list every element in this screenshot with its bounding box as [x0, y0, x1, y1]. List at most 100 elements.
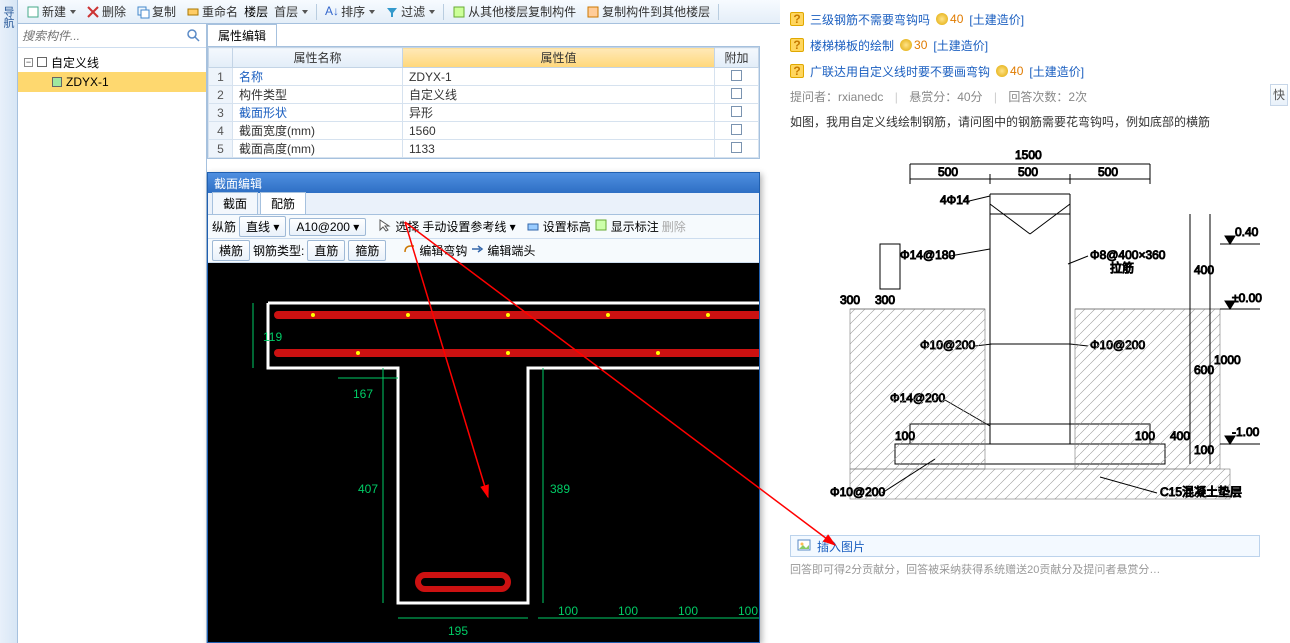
copy-from-floor-button[interactable]: 从其他楼层复制构件 [448, 2, 580, 22]
svg-text:A↓Z: A↓Z [325, 5, 339, 18]
elev-icon [526, 218, 540, 235]
category-link[interactable]: [土建造价] [1029, 63, 1084, 80]
new-button[interactable]: 新建 [22, 2, 80, 22]
svg-text:600: 600 [1194, 363, 1214, 377]
delete-rebar-button[interactable]: 删除 [662, 218, 686, 235]
answer-hint: 回答即可得2分贡献分，回答被采纳获得系统赠送20贡献分及提问者悬赏分… [790, 561, 1290, 577]
tab-rebar[interactable]: 配筋 [260, 192, 306, 214]
export-icon [586, 5, 600, 19]
svg-text:±0.00: ±0.00 [1232, 291, 1262, 305]
sort-icon: A↓Z [325, 5, 339, 19]
floor-label: 楼层 [244, 3, 268, 20]
search-input[interactable] [22, 29, 186, 43]
svg-text:100: 100 [678, 604, 698, 618]
svg-text:119: 119 [263, 330, 282, 344]
question-link[interactable]: 三级钢筋不需要弯钩吗 [810, 11, 930, 28]
property-grid: 属性名称 属性值 附加 1名称ZDYX-12构件类型自定义线3截面形状异形4截面… [207, 46, 760, 159]
filter-button[interactable]: 过滤 [381, 2, 439, 22]
property-row[interactable]: 1名称ZDYX-1 [209, 68, 759, 86]
line-mode-button[interactable]: 直线 ▾ [239, 216, 286, 237]
category-link[interactable]: [土建造价] [969, 11, 1024, 28]
rebar-type-label: 钢筋类型: [253, 242, 304, 259]
svg-text:C15混凝土垫层: C15混凝土垫层 [1160, 484, 1242, 499]
checkbox[interactable] [731, 142, 742, 153]
ref-line-button[interactable]: 手动设置参考线 ▾ [422, 218, 515, 235]
straight-rebar-button[interactable]: 直筋 [307, 240, 345, 261]
left-gutter: 导航 [0, 0, 18, 643]
checkbox[interactable] [731, 124, 742, 135]
section-toolbar-1: 纵筋 直线 ▾ A10@200 ▾ 选择 手动设置参考线 ▾ 设置标高 显示标注… [208, 215, 759, 239]
category-link[interactable]: [土建造价] [933, 37, 988, 54]
side-expand-button[interactable]: 快 [1270, 84, 1288, 106]
nav-vertical-tab[interactable]: 导航 [0, 0, 16, 28]
horizontal-rebar-button[interactable]: 横筋 [212, 240, 250, 261]
question-meta: 提问者：rxianedc | 悬赏分：40分 | 回答次数：2次 [790, 88, 1290, 105]
svg-text:100: 100 [738, 604, 758, 618]
svg-text:167: 167 [353, 387, 373, 401]
question-body: 如图，我用自定义线绘制钢筋，请问图中的钢筋需要花弯钩吗，例如底部的横筋 [790, 113, 1290, 132]
longitudinal-label: 纵筋 [212, 218, 236, 235]
sort-button[interactable]: A↓Z排序 [321, 2, 379, 22]
stirrup-button[interactable]: 箍筋 [348, 240, 386, 261]
svg-text:300: 300 [840, 293, 860, 307]
floor-select[interactable]: 首层 [270, 2, 312, 22]
svg-text:-1.00: -1.00 [1232, 425, 1260, 439]
question-link[interactable]: 楼梯梯板的绘制 [810, 37, 894, 54]
center-area: 属性编辑 属性名称 属性值 附加 1名称ZDYX-12构件类型自定义线3截面形状… [207, 24, 760, 643]
question-link[interactable]: 广联达用自定义线时要不要画弯钩 [810, 63, 990, 80]
checkbox[interactable] [731, 88, 742, 99]
coin-icon [900, 39, 912, 51]
svg-text:400: 400 [1194, 263, 1214, 277]
rebar-spec-select[interactable]: A10@200 ▾ [289, 218, 366, 236]
tab-property-edit[interactable]: 属性编辑 [207, 24, 277, 46]
insert-image-button[interactable]: 插入图片 [790, 535, 1260, 557]
svg-text:400: 400 [1170, 429, 1190, 443]
svg-text:195: 195 [448, 624, 468, 638]
coin-icon [996, 65, 1008, 77]
property-row[interactable]: 2构件类型自定义线 [209, 86, 759, 104]
section-editor-title: 截面编辑 [208, 173, 759, 193]
svg-text:407: 407 [358, 482, 378, 496]
tree-root[interactable]: − 自定义线 [18, 52, 206, 72]
engineering-diagram: 1500 500 500 500 4Φ14 300 300 Φ14@180 Φ8… [790, 144, 1270, 524]
node-icon [37, 57, 47, 67]
checkbox[interactable] [731, 70, 742, 81]
tree-item-zdyx1[interactable]: ZDYX-1 [18, 72, 206, 92]
svg-text:100: 100 [618, 604, 638, 618]
section-toolbar-2: 横筋 钢筋类型: 直筋 箍筋 编辑弯钩 编辑端头 [208, 239, 759, 263]
svg-text:500: 500 [1018, 165, 1038, 179]
svg-text:Φ8@400×360: Φ8@400×360 [1090, 248, 1166, 262]
svg-text:100: 100 [558, 604, 578, 618]
checkbox[interactable] [731, 106, 742, 117]
delete-button[interactable]: 删除 [82, 2, 130, 22]
related-question-2[interactable]: ? 楼梯梯板的绘制 30 [土建造价] [790, 32, 1290, 58]
pointer-icon[interactable] [378, 218, 392, 235]
edit-end-button[interactable]: 编辑端头 [487, 242, 535, 259]
new-icon [26, 5, 40, 19]
related-question-3[interactable]: ? 广联达用自定义线时要不要画弯钩 40 [土建造价] [790, 58, 1290, 84]
collapse-icon[interactable]: − [24, 58, 33, 67]
set-elevation-button[interactable]: 设置标高 [543, 218, 591, 235]
show-annotation-button[interactable]: 显示标注 [611, 218, 659, 235]
related-question-1[interactable]: ? 三级钢筋不需要弯钩吗 40 [土建造价] [790, 6, 1290, 32]
copy-to-floor-button[interactable]: 复制构件到其他楼层 [582, 2, 714, 22]
copy-button[interactable]: 复制 [132, 2, 180, 22]
property-row[interactable]: 5截面高度(mm)1133 [209, 140, 759, 158]
dropdown-icon [302, 10, 308, 14]
property-row[interactable]: 3截面形状异形 [209, 104, 759, 122]
search-icon[interactable] [186, 28, 202, 44]
question-icon: ? [790, 64, 804, 78]
cad-canvas[interactable]: 119 167 407 389 195 100 100 100 100 [208, 263, 759, 642]
svg-text:0.40: 0.40 [1235, 225, 1259, 239]
rename-button[interactable]: 重命名 [182, 2, 242, 22]
tab-section[interactable]: 截面 [212, 192, 258, 214]
image-icon [797, 538, 811, 555]
edit-hook-button[interactable]: 编辑弯钩 [419, 242, 467, 259]
property-row[interactable]: 4截面宽度(mm)1560 [209, 122, 759, 140]
svg-text:Φ14@180: Φ14@180 [900, 248, 955, 262]
import-icon [452, 5, 466, 19]
svg-text:1500: 1500 [1015, 148, 1042, 162]
select-button[interactable]: 选择 [395, 218, 419, 235]
copy-icon [136, 5, 150, 19]
section-tabs: 截面 配筋 [208, 193, 759, 215]
